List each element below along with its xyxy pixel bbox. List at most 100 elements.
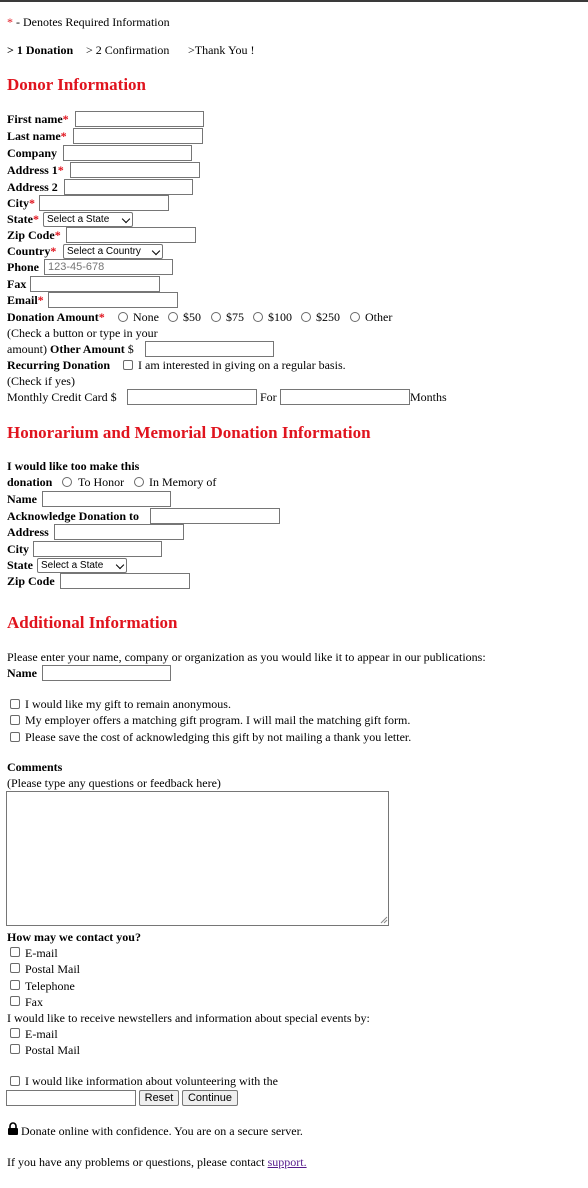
contact-telephone-checkbox[interactable] (10, 980, 20, 990)
honor-intro: I would like too make this (7, 459, 140, 473)
amount-other-radio[interactable] (350, 312, 360, 322)
zip-input[interactable] (66, 227, 196, 243)
address1-label: Address 1* (7, 163, 64, 177)
secure-note: Donate online with confidence. You are o… (21, 1124, 303, 1138)
last-name-label: Last name* (7, 129, 67, 143)
monthly-amount-input[interactable] (127, 389, 257, 405)
problems-note: If you have any problems or questions, p… (7, 1155, 307, 1169)
honor-city-input[interactable] (33, 541, 162, 557)
publication-name-input[interactable] (42, 665, 171, 681)
honor-name-input[interactable] (42, 491, 171, 507)
other-amount-input[interactable] (145, 341, 274, 357)
continue-button[interactable]: Continue (182, 1090, 238, 1106)
state-label: State* (7, 212, 39, 226)
check-note: (Check a button or type in your (7, 326, 158, 340)
for-label: For (260, 390, 277, 404)
in-memory-radio[interactable] (134, 477, 144, 487)
comments-label: Comments (7, 760, 63, 774)
required-note: * - Denotes Required Information (7, 15, 170, 29)
honor-state-select[interactable]: Select a State (37, 558, 127, 573)
comments-textarea[interactable] (6, 791, 389, 926)
other-amount-label: Other Amount (50, 342, 125, 356)
contact-telephone-label: Telephone (25, 979, 75, 993)
contact-email-label: E-mail (25, 946, 58, 960)
in-memory-label: In Memory of (149, 475, 217, 489)
amount-50-label: $50 (183, 310, 201, 324)
honor-state-label: State (7, 558, 33, 572)
anonymous-label: I would like my gift to remain anonymous… (25, 697, 231, 711)
first-name-label: First name* (7, 112, 69, 126)
amount-75-radio[interactable] (211, 312, 221, 322)
check-note-cont: amount) Other Amount $ (7, 342, 134, 356)
country-select[interactable]: Select a Country (63, 244, 163, 259)
chevron-down-icon (151, 246, 161, 256)
no-thank-you-letter-checkbox[interactable] (10, 732, 20, 742)
last-name-input[interactable] (73, 128, 203, 144)
anonymous-checkbox[interactable] (10, 699, 20, 709)
volunteer-input[interactable] (6, 1090, 136, 1106)
honor-zip-input[interactable] (60, 573, 190, 589)
donation-amount-label: Donation Amount* (7, 310, 105, 324)
first-name-input[interactable] (75, 111, 204, 127)
newsletter-email-checkbox[interactable] (10, 1028, 20, 1038)
contact-fax-label: Fax (25, 995, 43, 1009)
matching-gift-label: My employer offers a matching gift progr… (25, 713, 411, 727)
step-donation: > 1 Donation (7, 43, 74, 57)
newsletter-postal-label: Postal Mail (25, 1043, 81, 1057)
address1-input[interactable] (70, 162, 200, 178)
window-top-border (0, 0, 588, 2)
country-label: Country* (7, 244, 57, 258)
newsletter-postal-checkbox[interactable] (10, 1044, 20, 1054)
city-label: City* (7, 196, 35, 210)
reset-button[interactable]: Reset (139, 1090, 179, 1106)
step-thank-you: >Thank You ! (188, 43, 255, 57)
fax-input[interactable] (30, 276, 160, 292)
fax-label: Fax (7, 277, 27, 291)
contact-fax-checkbox[interactable] (10, 996, 20, 1006)
recurring-option-label: I am interested in giving on a regular b… (138, 358, 346, 372)
honor-zip-label: Zip Code (7, 574, 55, 588)
to-honor-label: To Honor (78, 475, 125, 489)
company-label: Company (7, 146, 58, 160)
support-link[interactable]: support. (268, 1155, 307, 1169)
monthly-label: Monthly Credit Card $ (7, 390, 117, 404)
company-input[interactable] (63, 145, 192, 161)
contact-email-checkbox[interactable] (10, 947, 20, 957)
to-honor-radio[interactable] (62, 477, 72, 487)
amount-100-radio[interactable] (253, 312, 263, 322)
honor-address-label: Address (7, 525, 49, 539)
amount-100-label: $100 (268, 310, 292, 324)
address2-input[interactable] (64, 179, 193, 195)
amount-250-radio[interactable] (301, 312, 311, 322)
honor-intro-cont: donation (7, 475, 53, 489)
state-select[interactable]: Select a State (43, 212, 133, 227)
honor-address-input[interactable] (54, 524, 184, 540)
matching-gift-checkbox[interactable] (10, 715, 20, 725)
email-input[interactable] (48, 292, 178, 308)
volunteer-checkbox[interactable] (10, 1076, 20, 1086)
phone-input[interactable] (44, 259, 173, 275)
newsletter-question: I would like to receive newstellers and … (7, 1011, 370, 1025)
recurring-checkbox[interactable] (123, 360, 133, 370)
acknowledge-input[interactable] (150, 508, 280, 524)
address2-label: Address 2 (7, 180, 58, 194)
zip-label: Zip Code* (7, 228, 61, 242)
additional-section-title: Additional Information (7, 613, 178, 632)
city-input[interactable] (39, 195, 169, 211)
phone-label: Phone (7, 260, 40, 274)
comments-hint: (Please type any questions or feedback h… (7, 776, 221, 790)
amount-50-radio[interactable] (168, 312, 178, 322)
amount-75-label: $75 (226, 310, 244, 324)
publication-name-label: Name (7, 666, 37, 680)
newsletter-email-label: E-mail (25, 1027, 58, 1041)
resize-grip-icon[interactable] (379, 915, 388, 924)
amount-none-radio[interactable] (118, 312, 128, 322)
required-star: * (7, 15, 13, 29)
chevron-down-icon (121, 214, 131, 224)
acknowledge-label: Acknowledge Donation to (7, 509, 140, 523)
volunteer-label: I would like information about volunteer… (25, 1074, 278, 1088)
amount-other-label: Other (365, 310, 393, 324)
honor-name-label: Name (7, 492, 37, 506)
months-input[interactable] (280, 389, 410, 405)
contact-postal-checkbox[interactable] (10, 963, 20, 973)
